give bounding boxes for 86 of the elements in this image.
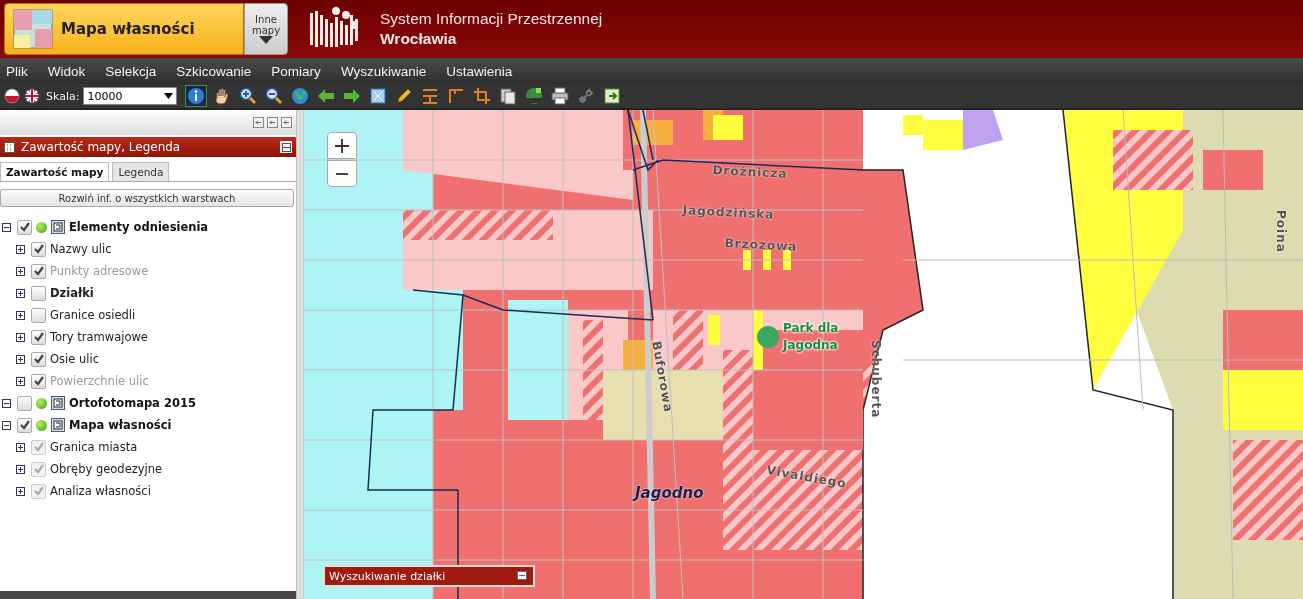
status-dot-icon	[36, 397, 47, 409]
layer-checkbox[interactable]	[17, 417, 32, 433]
map-label: Poina	[1274, 210, 1288, 253]
scale-dropdown[interactable]: 10000	[83, 87, 178, 105]
collapse-toggle-icon[interactable]	[2, 221, 13, 233]
map-label: Dróżnicza	[712, 163, 788, 181]
panel-tab[interactable]: Zawartość mapy	[0, 162, 110, 181]
caret-icon	[164, 93, 174, 99]
layer-type-icon	[51, 220, 65, 234]
expand-toggle-icon[interactable]	[16, 353, 27, 365]
layer-label[interactable]: Tory tramwajowe	[50, 330, 148, 344]
scale-label: Skala:	[46, 89, 80, 103]
expand-toggle-icon[interactable]	[16, 485, 27, 497]
collapse-toggle-icon[interactable]	[2, 397, 13, 409]
panel-layout-button[interactable]	[253, 117, 264, 128]
layer-checkbox[interactable]	[17, 395, 32, 411]
panel-tab[interactable]: Legenda	[112, 162, 170, 181]
search-window-title: Wyszukiwanie działki	[329, 569, 446, 583]
expand-toggle-icon[interactable]	[16, 265, 27, 277]
expand-toggle-icon[interactable]	[16, 441, 27, 453]
other-maps-button[interactable]: Inne mapy	[244, 3, 288, 55]
layer-checkbox[interactable]	[31, 439, 46, 455]
polish-flag-icon[interactable]	[4, 88, 20, 104]
info-tool-button[interactable]	[185, 85, 208, 107]
panel-layout-button[interactable]	[281, 117, 292, 128]
layer-label[interactable]: Nazwy ulic	[50, 242, 112, 256]
expand-toggle-icon[interactable]	[16, 243, 27, 255]
expand-toggle-icon[interactable]	[16, 309, 27, 321]
map-label: Brzozowa	[724, 236, 798, 254]
panel-title: Zawartość mapy, Legenda	[21, 140, 182, 154]
restore-button[interactable]	[280, 141, 292, 153]
layer-label[interactable]: Analiza własności	[50, 484, 151, 498]
system-title: System Informacji Przestrzennej	[380, 9, 603, 29]
menu-item[interactable]: Ustawienia	[440, 63, 519, 79]
map-label: Schuberta	[869, 340, 883, 419]
zoom-out-button[interactable]	[327, 160, 357, 187]
expand-toggle-icon[interactable]	[16, 375, 27, 387]
arrow-icon	[268, 118, 277, 127]
layer-type-icon	[51, 418, 65, 432]
collapse-toggle-icon[interactable]	[2, 419, 13, 431]
panel-layout-button[interactable]	[267, 117, 278, 128]
layer-group-label[interactable]: Mapa własności	[69, 418, 172, 432]
layer-group-label[interactable]: Ortofotomapa 2015	[69, 396, 196, 410]
layer-label[interactable]: Granica miasta	[50, 440, 138, 454]
layer-checkbox[interactable]	[31, 461, 46, 477]
layer-checkbox[interactable]	[31, 307, 46, 323]
status-dot-icon	[36, 419, 47, 431]
layer-checkbox[interactable]	[31, 483, 46, 499]
status-dot-icon	[36, 221, 47, 233]
city-name: Wrocławia	[380, 29, 458, 49]
arrow-icon	[254, 118, 263, 127]
expand-all-button[interactable]: Rozwiń inf. o wszystkich warstwach	[0, 189, 294, 207]
menu-item[interactable]: Widok	[41, 63, 92, 79]
caret-icon	[259, 36, 273, 44]
layer-type-icon	[51, 396, 65, 410]
layer-group-label[interactable]: Elementy odniesienia	[69, 220, 209, 234]
menu-item[interactable]: Plik	[0, 63, 34, 79]
layer-label[interactable]: Osie ulic	[50, 352, 99, 366]
menu-item[interactable]: Wyszukiwanie	[334, 63, 433, 79]
menu-item[interactable]: Selekcja	[99, 63, 163, 79]
grid-icon	[4, 141, 15, 153]
layer-checkbox[interactable]	[17, 219, 32, 235]
layer-checkbox[interactable]	[31, 285, 46, 301]
poi-label: Park dla Jagodna	[783, 320, 839, 354]
current-map-button[interactable]: Mapa własności	[4, 3, 244, 55]
layer-label[interactable]: Obręby geodezyjne	[50, 462, 163, 476]
layer-label[interactable]: Działki	[50, 286, 94, 300]
layer-label[interactable]: Granice osiedli	[50, 308, 136, 322]
print-tool-button[interactable]	[549, 85, 572, 107]
expand-toggle-icon[interactable]	[16, 287, 27, 299]
minus-icon	[336, 172, 348, 175]
layer-checkbox[interactable]	[31, 241, 46, 257]
map-thumbnail-icon	[13, 9, 53, 49]
plus-icon	[334, 137, 350, 154]
layer-checkbox[interactable]	[31, 329, 46, 345]
expand-toggle-icon[interactable]	[16, 331, 27, 343]
restore-button[interactable]	[517, 570, 529, 582]
uk-flag-icon[interactable]	[24, 88, 40, 104]
expand-toggle-icon[interactable]	[16, 463, 27, 475]
zoom-in-button[interactable]	[327, 132, 357, 159]
menu-item[interactable]: Pomiary	[265, 63, 327, 79]
menu-item[interactable]: Szkicowanie	[170, 63, 258, 79]
arrow-icon	[282, 118, 291, 127]
map-label: Buforowa	[649, 340, 676, 414]
map-label: Jagodzińska	[682, 203, 775, 222]
layer-checkbox[interactable]	[31, 351, 46, 367]
